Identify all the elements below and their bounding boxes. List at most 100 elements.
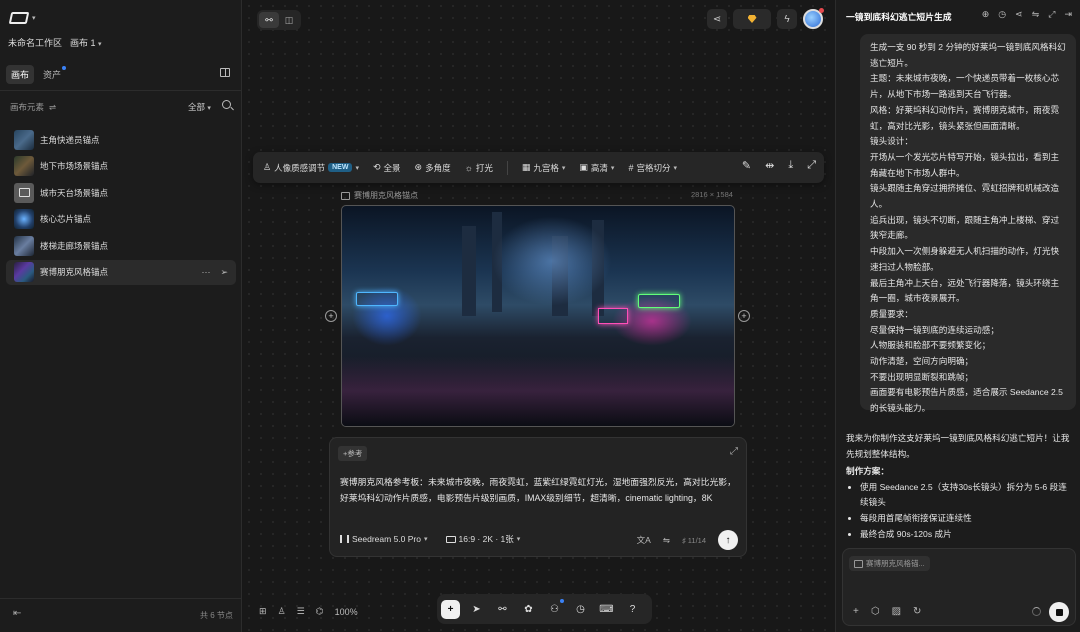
image-icon [18,188,30,197]
chevron-down-icon: ▾ [673,164,677,172]
add-node-button[interactable]: + [441,599,460,619]
filter-dropdown[interactable]: 全部 ▾ [188,101,211,113]
ratio-selector[interactable]: 16:9 · 2K · 1张 ▾ [445,533,520,545]
share-icon[interactable]: ⋖ [707,9,727,29]
list-item[interactable]: 核心芯片锚点 [6,207,236,232]
add-left-icon[interactable]: + [325,310,337,322]
brush-icon[interactable]: ✎ [742,159,751,172]
ratio-label: 16:9 · 2K · 1张 [458,534,514,544]
model-selector[interactable]: Seedream 5.0 Pro ▾ [340,534,428,544]
reference-tag[interactable]: 赛博朋克风格锚... [849,556,930,571]
panel-view-icon[interactable]: ◫ [279,12,299,28]
canvas-controls: ⊞ ♙ ☰ ⌬ 100% [259,606,358,617]
element-thumbnail [14,156,34,176]
close-panel-icon[interactable]: ⇥ [1064,9,1072,20]
collapse-sidebar-icon[interactable]: ⇤ [13,608,21,619]
multi-angle-button[interactable]: ⊛ 多角度 [415,162,451,174]
list-item[interactable]: 地下市场场景锚点 [6,154,236,179]
sort-icon[interactable]: ⇌ [49,102,56,113]
download-icon[interactable]: ⤓ [788,159,793,172]
stop-button[interactable] [1049,602,1069,622]
tab-assets[interactable]: 资产 [38,65,67,84]
building [462,226,476,316]
hash-icon: ♯ [681,535,686,545]
image-upload-icon[interactable]: ▨ [892,606,901,617]
chat-header-actions: ⊕ ◷ ⋖ ⇋ ⤢ ⇥ [982,9,1072,20]
left-tabs: 画布 资产 [6,65,67,84]
layers-icon[interactable]: ☰ [297,606,305,617]
logo-menu[interactable]: ▾ [8,12,36,24]
list-item[interactable]: 主角快递员锚点 [6,127,236,152]
list-item-selected[interactable]: 赛博朋克风格锚点 ··· ➢ [6,259,236,285]
prompt-textarea[interactable]: 赛博朋克风格参考板：未来城市夜晚，雨夜霓虹，蓝紫红绿霓虹灯光，湿地面强烈反光，高… [340,474,736,506]
assistant-message: 我来为你制作这支好莱坞一镜到底风格科幻逃亡短片！让我先规划整体结构。 制作方案：… [846,431,1074,542]
chevron-down-icon: ▾ [423,536,428,543]
flow-view-icon[interactable]: ⚯ [259,12,279,28]
top-right-actions: ⋖ ϟ [707,8,824,29]
chat-input[interactable]: 赛博朋克风格锚... + ⬡ ▨ ↻ [842,548,1076,626]
chat-title: 一镜到底科幻逃亡短片生成 [846,12,952,22]
message-line: 生成一支 90 秒到 2 分钟的好莱坞一镜到底风格科幻逃亡短片。 [870,42,1066,68]
lightning-icon[interactable]: ϟ [777,9,797,29]
element-label: 赛博朋克风格锚点 [40,267,109,277]
reply-intro: 我来为你制作这支好莱坞一镜到底风格科幻逃亡短片！让我先规划整体结构。 [846,433,1070,459]
grid-cut-button[interactable]: # 宫格切分 ▾ [628,162,677,174]
expand-icon[interactable]: ⤢ [730,446,738,457]
cube-icon[interactable]: ⬡ [871,606,880,617]
lighting-button[interactable]: ☼ 打光 [465,162,493,174]
pop-out-icon[interactable]: ⤢ [1048,9,1055,20]
settings-icon[interactable]: ⇋ [663,535,670,546]
translate-icon[interactable]: 文A [637,534,651,546]
hd-icon: ▣ [579,162,588,172]
keyboard-icon[interactable]: ⌨ [597,600,616,619]
add-reference-button[interactable]: +参考 [338,446,368,461]
more-icon[interactable]: ··· [201,267,210,278]
add-right-icon[interactable]: + [738,310,750,322]
credits-button[interactable] [733,9,771,29]
hd-button[interactable]: ▣ 高清 ▾ [579,162,614,174]
settings-icon[interactable]: ⇋ [1032,9,1040,20]
portrait-adjust-button[interactable]: ♙ 人像质感调节 NEW ▾ [263,162,359,174]
workspace-name[interactable]: 未命名工作区 [8,36,62,49]
history-icon[interactable]: ◷ [998,9,1006,20]
zoom-level[interactable]: 100% [335,607,358,617]
robot-icon[interactable]: ⚇ [545,598,564,619]
list-item[interactable]: 楼梯走廊场景锚点 [6,233,236,258]
grid-toggle-icon[interactable]: ⊞ [259,606,267,617]
generated-image[interactable] [341,205,735,427]
canvas-area[interactable]: ⚯ ◫ ⋖ ϟ ♙ 人像质感调节 NEW ▾ ⟲ 全景 ⊛ 多角度 ☼ 打光 ▦ 九宫格 ▾ ▣… [243,0,835,632]
send-button[interactable]: ↑ [718,530,738,550]
message-line: 开场从一个发光芯片特写开始，镜头拉出，看到主角藏在地下市场人群中。 [870,151,1060,178]
connect-icon[interactable]: ⚯ [493,600,512,619]
book-icon[interactable] [220,68,230,77]
canvas-selector[interactable]: 画布 1 ▾ [70,36,102,49]
send-icon[interactable]: ➢ [220,267,228,278]
elements-header-label: 画布元素 [10,102,45,112]
avatar[interactable] [803,8,824,29]
refresh-icon[interactable]: ↻ [913,606,921,617]
item-actions: ··· ➢ [201,267,228,278]
grid9-button[interactable]: ▦ 九宫格 ▾ [522,162,566,174]
share-icon[interactable]: ⋖ [1015,9,1023,20]
element-label: 城市天台场景锚点 [40,187,109,198]
view-toggle: ⚯ ◫ [257,10,301,30]
mirror-icon[interactable]: ⇹ [765,159,774,172]
search-icon[interactable] [222,100,231,109]
message-line: 人物服装和脸部不要频繁变化； [870,340,991,351]
add-icon[interactable]: + [853,606,859,617]
element-thumbnail [14,182,34,203]
new-chat-icon[interactable]: ⊕ [982,9,990,20]
toolbar-label: 高清 [590,162,608,173]
expand-icon[interactable]: ⤢ [807,159,816,172]
divider [0,598,242,599]
help-icon[interactable]: ? [623,600,642,619]
list-item[interactable]: 城市天台场景锚点 [6,180,236,205]
element-label: 主角快递员锚点 [40,134,100,145]
history-icon[interactable]: ◷ [571,600,590,619]
link-icon[interactable]: ⌬ [316,606,324,617]
person-icon[interactable]: ♙ [278,606,286,617]
panorama-button[interactable]: ⟲ 全景 [373,162,401,174]
gallery-icon[interactable]: ✿ [519,600,538,619]
tab-canvas[interactable]: 画布 [6,65,35,84]
select-icon[interactable]: ➤ [467,600,486,619]
